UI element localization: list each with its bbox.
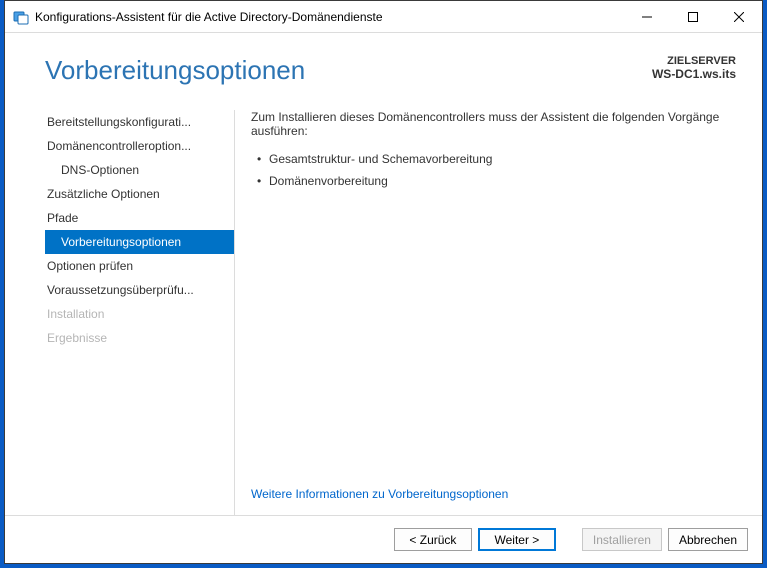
close-button[interactable] [716, 2, 762, 32]
target-server-label: ZIELSERVER [652, 55, 736, 67]
task-item: Gesamtstruktur- und Schemavorbereitung [257, 152, 736, 166]
titlebar: Konfigurations-Assistent für die Active … [5, 1, 762, 33]
sidebar-item-review-options[interactable]: Optionen prüfen [45, 254, 234, 278]
back-button[interactable]: < Zurück [394, 528, 472, 551]
wizard-body: Bereitstellungskonfigurati... Domänencon… [5, 110, 762, 515]
target-server-value: WS-DC1.ws.its [652, 67, 736, 81]
wizard-steps-sidebar: Bereitstellungskonfigurati... Domänencon… [45, 110, 235, 515]
task-item: Domänenvorbereitung [257, 174, 736, 188]
wizard-footer: < Zurück Weiter > Installieren Abbrechen [5, 515, 762, 563]
wizard-main-content: Zum Installieren dieses Domänencontrolle… [235, 110, 736, 515]
sidebar-item-installation: Installation [45, 302, 234, 326]
intro-text: Zum Installieren dieses Domänencontrolle… [251, 110, 736, 138]
task-list: Gesamtstruktur- und Schemavorbereitung D… [251, 152, 736, 196]
sidebar-item-deployment-config[interactable]: Bereitstellungskonfigurati... [45, 110, 234, 134]
install-button: Installieren [582, 528, 662, 551]
sidebar-item-dns-options[interactable]: DNS-Optionen [45, 158, 234, 182]
sidebar-item-results: Ergebnisse [45, 326, 234, 350]
sidebar-item-dc-options[interactable]: Domänencontrolleroption... [45, 134, 234, 158]
sidebar-item-prerequisites-check[interactable]: Voraussetzungsüberprüfu... [45, 278, 234, 302]
next-button[interactable]: Weiter > [478, 528, 556, 551]
more-info-link[interactable]: Weitere Informationen zu Vorbereitungsop… [251, 487, 736, 501]
page-title: Vorbereitungsoptionen [45, 55, 732, 86]
wizard-header: Vorbereitungsoptionen ZIELSERVER WS-DC1.… [5, 33, 762, 110]
maximize-button[interactable] [670, 2, 716, 32]
sidebar-item-preparation-options[interactable]: Vorbereitungsoptionen [45, 230, 234, 254]
minimize-button[interactable] [624, 2, 670, 32]
cancel-button[interactable]: Abbrechen [668, 528, 748, 551]
window-title: Konfigurations-Assistent für die Active … [35, 10, 624, 24]
sidebar-item-additional-options[interactable]: Zusätzliche Optionen [45, 182, 234, 206]
app-icon [13, 9, 29, 25]
sidebar-item-paths[interactable]: Pfade [45, 206, 234, 230]
target-server-block: ZIELSERVER WS-DC1.ws.its [652, 55, 736, 81]
wizard-window: Konfigurations-Assistent für die Active … [4, 0, 763, 564]
